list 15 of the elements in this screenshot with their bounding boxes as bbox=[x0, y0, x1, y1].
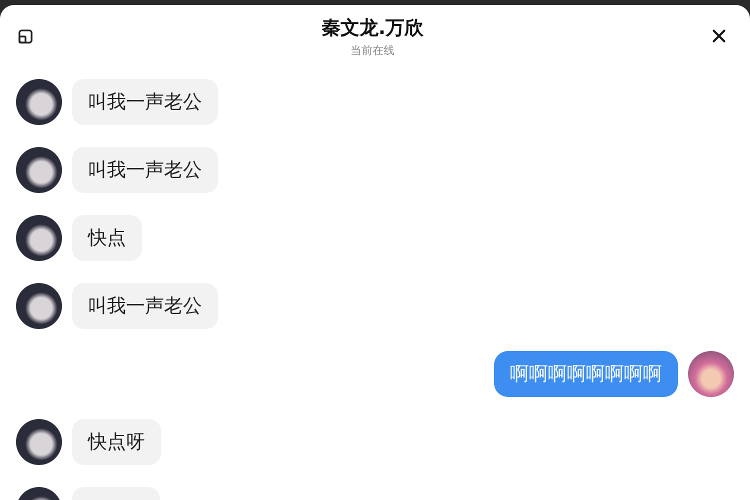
message-bubble: 快点呀 bbox=[72, 419, 161, 465]
avatar[interactable] bbox=[16, 215, 62, 261]
avatar[interactable] bbox=[16, 283, 62, 329]
message-bubble: 叫我一声老公 bbox=[72, 147, 218, 193]
message-bubble: 叫我一声老公 bbox=[72, 79, 218, 125]
message-bubble: 叫我一声老公 bbox=[72, 283, 218, 329]
window-icon[interactable] bbox=[18, 28, 33, 44]
message-bubble: 快点 bbox=[72, 215, 142, 261]
avatar[interactable] bbox=[16, 79, 62, 125]
online-status: 当前在线 bbox=[350, 42, 394, 58]
message-bubble: 啊啊啊啊啊啊啊啊 bbox=[494, 351, 678, 397]
close-icon[interactable] bbox=[712, 29, 726, 43]
chat-title: 秦文龙.万欣 bbox=[321, 16, 424, 40]
avatar[interactable] bbox=[16, 419, 62, 465]
avatar[interactable] bbox=[16, 147, 62, 193]
